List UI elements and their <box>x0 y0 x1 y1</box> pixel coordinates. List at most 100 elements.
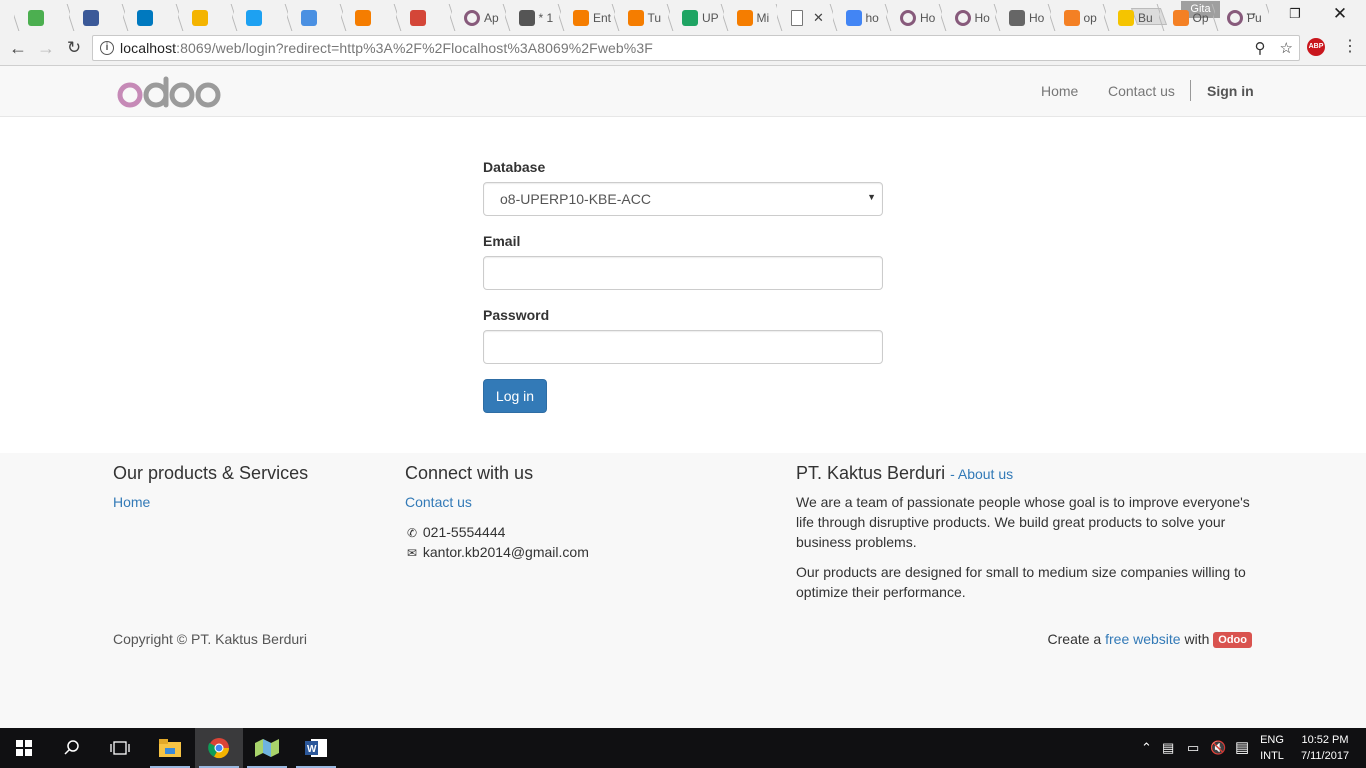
restore-icon[interactable]: ❐ <box>1272 0 1318 28</box>
tab-favicon-icon <box>464 9 480 26</box>
key-icon[interactable]: ⚲ <box>1255 39 1266 57</box>
odoo-logo[interactable] <box>116 75 224 109</box>
bookmark-star-icon[interactable]: ☆ <box>1280 39 1293 57</box>
tab-favicon-icon <box>1227 9 1243 26</box>
word-icon[interactable]: W <box>292 728 340 768</box>
tab-favicon-icon <box>682 9 698 26</box>
footer-home-link[interactable]: Home <box>113 494 150 510</box>
tab-title: Ap <box>484 10 499 25</box>
browser-tab[interactable]: ho <box>832 4 888 31</box>
browser-tab[interactable]: ✕ <box>777 4 833 31</box>
database-select[interactable]: o8-UPERP10-KBE-ACC ▼ <box>483 182 883 216</box>
task-view-icon[interactable] <box>96 728 144 768</box>
tab-favicon-icon <box>900 9 916 26</box>
nav-home-link[interactable]: Home <box>1041 66 1078 116</box>
copyright-text: Copyright © PT. Kaktus Berduri <box>113 631 307 647</box>
tab-favicon-icon <box>736 9 753 26</box>
browser-tab[interactable] <box>178 4 234 31</box>
tab-favicon-icon <box>627 9 644 26</box>
tab-favicon-icon <box>300 9 317 26</box>
tab-favicon-icon <box>1118 9 1134 26</box>
connect-heading: Connect with us <box>405 463 534 483</box>
free-website-link[interactable]: free website <box>1105 631 1180 647</box>
caret-down-icon: ▼ <box>867 192 876 202</box>
tab-favicon-icon <box>845 9 862 26</box>
url-text[interactable]: localhost:8069/web/login?redirect=http%3… <box>120 40 653 56</box>
tray-volume-muted-icon[interactable]: 🔇 <box>1210 728 1226 768</box>
browser-tab[interactable]: op <box>1050 4 1106 31</box>
browser-tab[interactable]: Ho <box>995 4 1051 31</box>
browser-tab[interactable] <box>396 4 452 31</box>
browser-toolbar: ← → ↻ i localhost:8069/web/login?redirec… <box>0 31 1366 66</box>
tab-favicon-icon <box>791 9 803 26</box>
maps-app-icon[interactable] <box>243 728 291 768</box>
nav-divider <box>1190 80 1191 101</box>
tab-title: Ent <box>593 10 612 25</box>
nav-contact-link[interactable]: Contact us <box>1108 66 1175 116</box>
clock-date: 7/11/2017 <box>1300 750 1350 762</box>
back-arrow-icon[interactable]: ← <box>6 36 30 60</box>
browser-tab[interactable]: Bu <box>1104 4 1160 31</box>
search-icon[interactable] <box>48 728 96 768</box>
browser-tab[interactable]: Op <box>1159 4 1215 31</box>
email-address[interactable]: kantor.kb2014@gmail.com <box>423 544 589 560</box>
tab-title: Mi <box>756 10 770 25</box>
phone-number: 021-5554444 <box>422 524 506 540</box>
input-language[interactable]: ENG INTL <box>1256 732 1288 764</box>
password-label: Password <box>483 307 550 323</box>
footer-contact-link[interactable]: Contact us <box>405 494 472 510</box>
login-button[interactable]: Log in <box>483 379 547 413</box>
browser-menu-icon[interactable]: ⋮ <box>1340 36 1360 58</box>
nav-signin-link[interactable]: Sign in <box>1207 66 1254 116</box>
close-window-icon[interactable]: ✕ <box>1317 0 1363 28</box>
tab-favicon-icon <box>954 9 971 26</box>
file-explorer-icon[interactable] <box>146 728 194 768</box>
browser-tab[interactable]: * 1 <box>505 4 561 31</box>
tab-title: * 1 <box>538 10 554 25</box>
browser-tab[interactable] <box>123 4 179 31</box>
company-name: PT. Kaktus Berduri <box>796 463 946 483</box>
language-code: ENG <box>1260 734 1284 746</box>
tab-close-icon[interactable]: ✕ <box>813 10 824 26</box>
tab-favicon-icon <box>28 9 44 26</box>
phone-line: ✆ 021-5554444 <box>405 522 505 543</box>
address-bar[interactable]: i localhost:8069/web/login?redirect=http… <box>92 35 1300 61</box>
browser-tab[interactable] <box>287 4 343 31</box>
system-clock[interactable]: 10:52 PM 7/11/2017 <box>1294 732 1356 764</box>
reload-icon[interactable]: ↻ <box>62 36 86 60</box>
tray-notifications-icon[interactable]: ▤ <box>1235 728 1249 768</box>
tray-network-icon[interactable]: ▤ <box>1162 728 1174 768</box>
tray-display-icon[interactable]: ▭ <box>1187 728 1199 768</box>
tray-chevron-icon[interactable]: ⌃ <box>1141 728 1152 768</box>
browser-tab[interactable] <box>14 4 70 31</box>
browser-tab[interactable]: Ap <box>450 4 506 31</box>
browser-tab[interactable] <box>232 4 288 31</box>
email-field[interactable] <box>483 256 883 290</box>
password-field[interactable] <box>483 330 883 364</box>
browser-tab[interactable]: Pu <box>1213 4 1269 31</box>
products-heading: Our products & Services <box>113 463 309 483</box>
browser-tab[interactable]: Mi <box>723 4 779 31</box>
adblock-icon[interactable]: ABP <box>1307 38 1325 56</box>
browser-tab[interactable]: Ho <box>886 4 942 31</box>
browser-tab[interactable] <box>69 4 125 31</box>
tab-favicon-icon <box>82 9 99 26</box>
chrome-icon[interactable] <box>195 728 243 768</box>
tab-favicon-icon <box>1172 9 1189 26</box>
forward-arrow-icon[interactable]: → <box>34 36 58 60</box>
powered-by: Create a free website with Odoo <box>1048 631 1252 648</box>
site-info-icon[interactable]: i <box>100 41 114 55</box>
browser-tab[interactable]: Ho <box>941 4 997 31</box>
browser-tab[interactable] <box>341 4 397 31</box>
odoo-badge[interactable]: Odoo <box>1213 632 1252 648</box>
database-label: Database <box>483 159 546 175</box>
site-header: Home Contact us Sign in <box>0 66 1366 117</box>
clock-time: 10:52 PM <box>1301 734 1349 746</box>
tab-favicon-icon <box>1009 9 1025 26</box>
browser-tab[interactable]: Ent <box>559 4 615 31</box>
about-us-link[interactable]: - About us <box>950 466 1013 482</box>
browser-tab[interactable]: UP <box>668 4 724 31</box>
browser-tab[interactable]: Tu <box>614 4 670 31</box>
windows-start-icon[interactable] <box>0 728 48 768</box>
tab-favicon-icon <box>1063 9 1080 26</box>
